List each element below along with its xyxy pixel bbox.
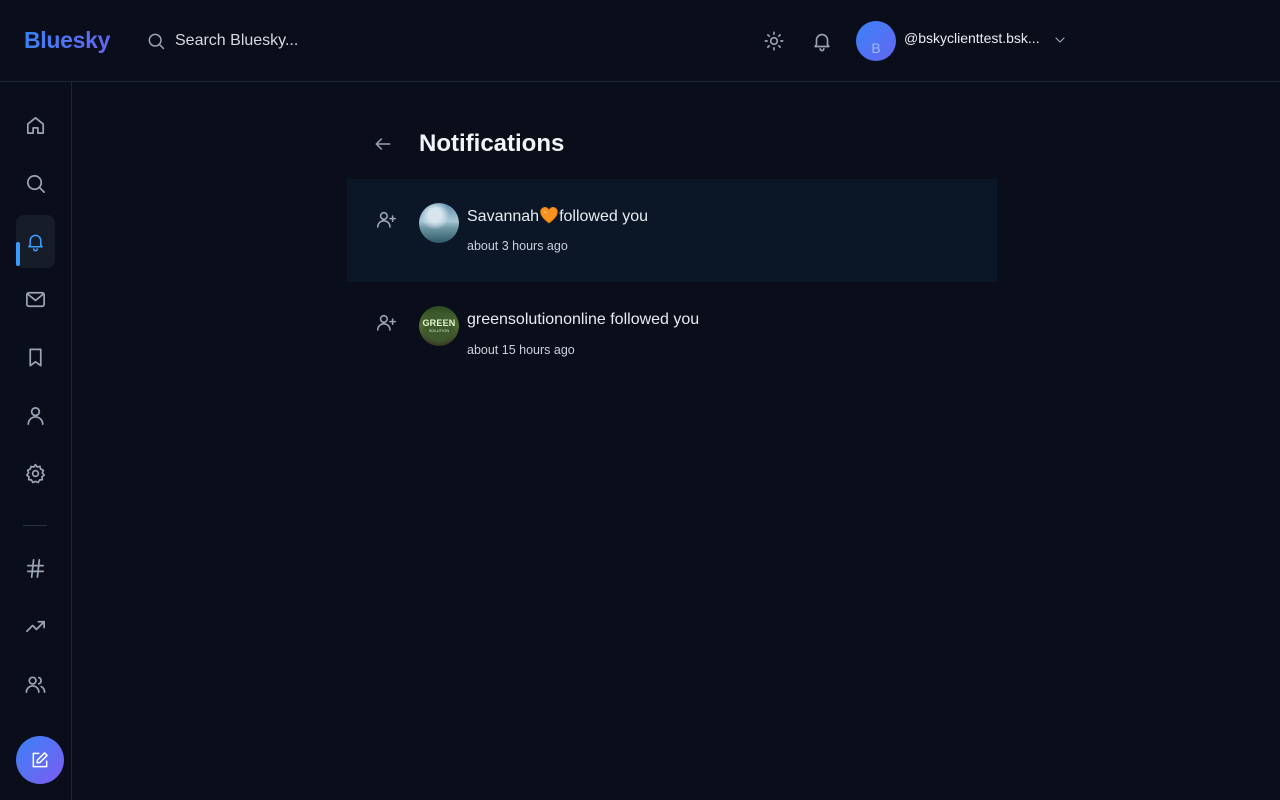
avatar[interactable] — [419, 203, 459, 243]
sidebar-item-settings[interactable] — [16, 447, 55, 500]
orange-heart-emoji — [540, 207, 558, 224]
sidebar-item-messages[interactable] — [16, 273, 55, 326]
active-indicator — [16, 242, 20, 266]
sun-icon[interactable] — [763, 30, 785, 52]
notification-time: about 3 hours ago — [467, 239, 568, 253]
search-bar[interactable]: Search Bluesky... — [146, 28, 298, 54]
user-plus-icon — [376, 312, 397, 333]
user-icon — [24, 404, 47, 427]
compose-icon — [30, 750, 50, 770]
notification-author[interactable]: greensolutiononline — [467, 311, 606, 328]
chevron-down-icon[interactable] — [1052, 32, 1068, 48]
sidebar-item-lists[interactable] — [16, 658, 55, 711]
bell-icon — [25, 231, 46, 252]
account-switcher[interactable]: B @bskyclienttest.bsk... — [856, 21, 1068, 61]
compose-button[interactable] — [16, 736, 64, 784]
notification-action: followed you — [610, 311, 700, 328]
notification-item[interactable]: GREEN SOLUTION greensolutiononline follo… — [347, 282, 997, 385]
home-icon — [24, 114, 47, 137]
page-title: Notifications — [419, 130, 565, 157]
user-plus-icon — [376, 209, 397, 230]
notification-item[interactable]: Savannah followed you about 3 hours ago — [347, 179, 997, 282]
users-icon — [24, 673, 47, 696]
sidebar-item-notifications[interactable] — [16, 215, 55, 268]
trending-icon — [24, 615, 47, 638]
notification-author[interactable]: Savannah — [467, 208, 539, 225]
search-icon — [24, 172, 47, 195]
bell-icon[interactable] — [811, 30, 833, 52]
bluesky-logo[interactable]: Bluesky — [24, 27, 110, 54]
hash-icon — [24, 557, 47, 580]
page-header: Notifications — [370, 126, 564, 162]
sidebar-divider — [23, 525, 47, 526]
sidebar-item-home[interactable] — [16, 99, 55, 152]
notification-text: greensolutiononline followed you — [467, 311, 699, 329]
account-handle: @bskyclienttest.bsk... — [904, 30, 1040, 46]
sidebar-item-feeds[interactable] — [16, 542, 55, 595]
mail-icon — [24, 288, 47, 311]
search-input[interactable]: Search Bluesky... — [175, 32, 298, 50]
search-icon — [146, 31, 166, 51]
gear-icon — [24, 462, 47, 485]
sidebar-item-trending[interactable] — [16, 600, 55, 653]
bookmark-icon — [24, 346, 47, 369]
arrow-left-icon[interactable] — [370, 131, 396, 157]
notification-action: followed you — [559, 208, 649, 225]
sidebar — [0, 82, 72, 800]
top-bar: Bluesky Search Bluesky... B @bskyclientt… — [0, 0, 1280, 82]
sidebar-item-profile[interactable] — [16, 389, 55, 442]
sidebar-item-bookmarks[interactable] — [16, 331, 55, 384]
sidebar-item-search[interactable] — [16, 157, 55, 210]
notification-text: Savannah followed you — [467, 207, 648, 226]
notification-time: about 15 hours ago — [467, 343, 575, 357]
avatar[interactable]: B — [856, 21, 896, 61]
avatar[interactable]: GREEN SOLUTION — [419, 306, 459, 346]
